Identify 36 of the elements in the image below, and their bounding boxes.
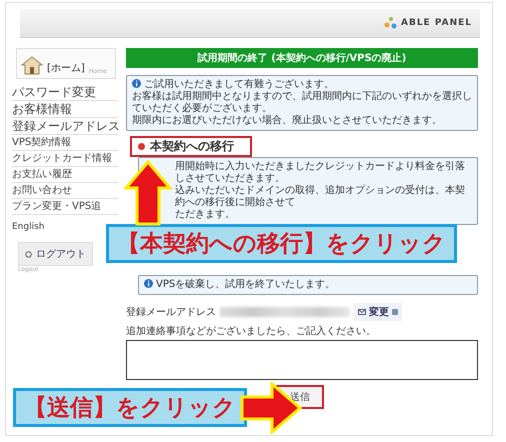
house-icon bbox=[21, 55, 43, 75]
circle-icon bbox=[25, 250, 32, 258]
logout-button[interactable]: ログアウト bbox=[18, 242, 93, 266]
heading-text: 本契約への移行 bbox=[150, 138, 234, 155]
dots-logo-icon bbox=[384, 16, 398, 30]
sidebar-item[interactable]: クレジットカード情報 bbox=[12, 151, 118, 167]
right-arrow-icon bbox=[240, 382, 302, 434]
sidebar-item[interactable]: 登録メールアドレス bbox=[12, 118, 118, 135]
envelope-icon bbox=[358, 309, 366, 315]
notice-text: 用開始時に入力いただきましたクレジットカードより料金を引落しさせていただきます。 bbox=[175, 161, 465, 184]
sidebar-item[interactable]: パスワード変更 bbox=[12, 84, 118, 101]
notice-text: VPSを破棄し、試用を終了いたします。 bbox=[156, 279, 336, 290]
page-title-bar: 試用期間の終了 (本契約への移行/VPSの廃止) bbox=[126, 48, 478, 68]
comment-field[interactable] bbox=[126, 340, 478, 380]
sidebar-item[interactable]: VPS契約情報 bbox=[12, 135, 118, 151]
sidebar-item[interactable]: プラン変更・VPS追 bbox=[12, 199, 118, 215]
notice-text: 込みいただいたドメインの取得、追加オプションの受付は、本契約への移行後に開始させて bbox=[175, 185, 465, 208]
notice-text: ただきます。 bbox=[175, 209, 235, 220]
info-icon bbox=[132, 79, 141, 88]
notice-text: 期限内にお選びいただけない場合、廃止扱いとさせていただきます。 bbox=[132, 115, 442, 126]
callout-label: 【本契約への移行】をクリック bbox=[106, 224, 457, 263]
callout-label: 【送信】をクリック bbox=[13, 388, 247, 427]
bullet-icon bbox=[138, 143, 145, 150]
field-label: 追加連絡事項などがございましたら、ご記入ください。 bbox=[126, 324, 377, 338]
logo-text: ABLE PANEL bbox=[401, 18, 472, 28]
up-arrow-icon bbox=[124, 160, 172, 226]
sidebar-item[interactable]: お問い合わせ bbox=[12, 183, 118, 199]
notice-text: ご試用いただきまして有難うございます。 bbox=[144, 79, 334, 90]
language-link[interactable]: English bbox=[12, 222, 44, 232]
notice-text: お客様は試用期間中となりますので、試用期間内に下記のいずれかを選択していただく必要がございます。 bbox=[132, 91, 472, 114]
change-button[interactable]: 変更 bbox=[354, 303, 402, 321]
info-icon bbox=[144, 279, 153, 288]
field-label: 登録メールアドレス bbox=[126, 306, 216, 319]
square-icon bbox=[392, 309, 398, 315]
sidebar-item[interactable]: お支払い履歴 bbox=[12, 167, 118, 183]
sidebar-item[interactable]: お客様情報 bbox=[12, 101, 118, 118]
